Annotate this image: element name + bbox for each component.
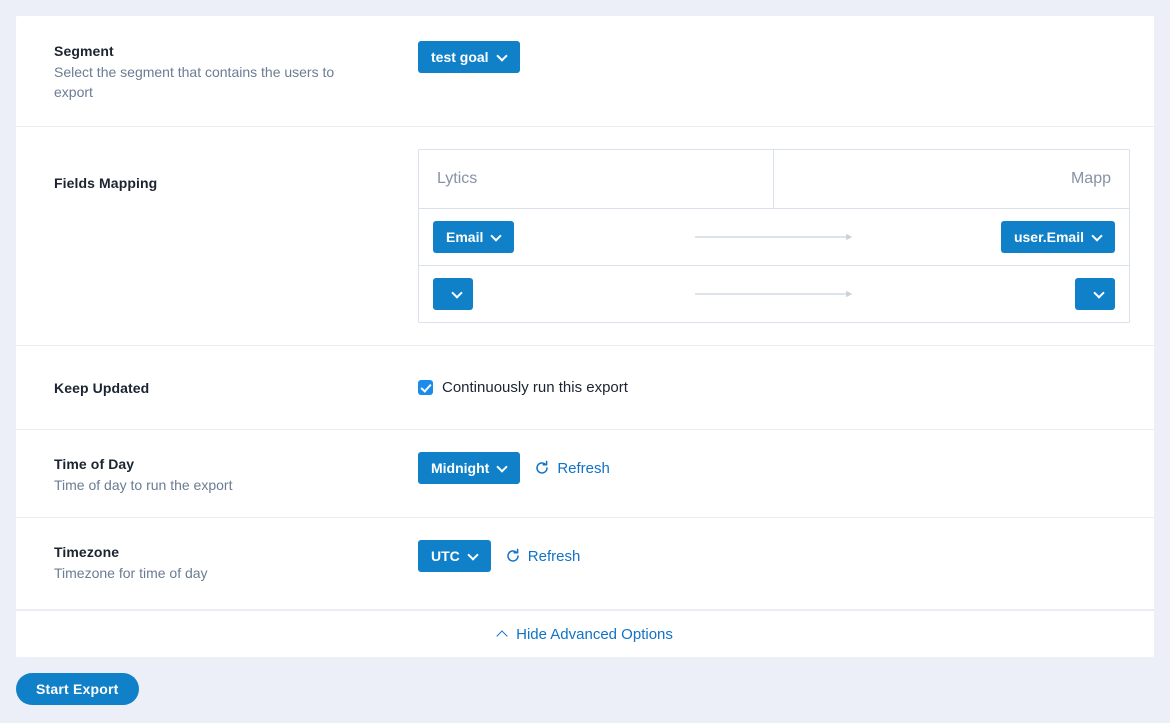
- start-export-button[interactable]: Start Export: [16, 673, 139, 705]
- mapping-source-dropdown-empty[interactable]: [433, 278, 473, 310]
- section-keep-updated: Keep Updated Continuously run this expor…: [16, 346, 1154, 430]
- advanced-options-row: Hide Advanced Options: [16, 610, 1154, 657]
- chevron-down-icon: [492, 232, 501, 241]
- keep-updated-title: Keep Updated: [54, 379, 150, 396]
- mapping-target-cell-empty: [853, 278, 1115, 310]
- timezone-dropdown[interactable]: UTC: [418, 540, 491, 572]
- section-fields-mapping: Fields Mapping Lytics Mapp Email user.Em…: [16, 127, 1154, 346]
- continuous-run-label: Continuously run this export: [442, 378, 628, 396]
- column-header-source: Lytics: [419, 150, 774, 208]
- chevron-down-icon: [498, 52, 507, 61]
- timezone-title: Timezone: [54, 544, 120, 560]
- mapping-arrow-icon: [695, 289, 853, 299]
- hide-advanced-options-toggle[interactable]: Hide Advanced Options: [497, 626, 673, 643]
- time-of-day-control-group: Midnight Refresh: [418, 452, 1132, 484]
- keep-updated-label-group: Keep Updated: [38, 378, 418, 398]
- timezone-dropdown-label: UTC: [431, 548, 460, 564]
- continuous-run-row: Continuously run this export: [418, 379, 1132, 397]
- section-time-of-day: Time of Day Time of day to run the expor…: [16, 430, 1154, 518]
- chevron-down-icon: [1095, 289, 1104, 298]
- segment-title: Segment: [54, 43, 114, 59]
- table-row: Email user.Email: [419, 208, 1129, 265]
- time-of-day-refresh-link[interactable]: Refresh: [534, 460, 610, 477]
- section-timezone: Timezone Timezone for time of day UTC Re…: [16, 518, 1154, 610]
- mapping-source-label: Email: [446, 229, 484, 245]
- time-of-day-description: Time of day to run the export: [54, 477, 233, 493]
- fields-mapping-table: Lytics Mapp Email user.Email: [418, 149, 1130, 323]
- chevron-down-icon: [469, 551, 478, 560]
- mapping-target-cell: user.Email: [853, 221, 1115, 253]
- segment-control-group: test goal: [418, 39, 1132, 73]
- mapping-source-dropdown[interactable]: Email: [433, 221, 515, 253]
- timezone-refresh-link[interactable]: Refresh: [505, 547, 581, 565]
- timezone-refresh-label: Refresh: [527, 547, 581, 565]
- fields-mapping-label-group: Fields Mapping: [38, 149, 418, 193]
- export-settings-page: Segment Select the segment that contains…: [0, 0, 1170, 723]
- mapping-target-dropdown-empty[interactable]: [1075, 278, 1115, 310]
- section-segment: Segment Select the segment that contains…: [16, 16, 1154, 127]
- settings-card: Segment Select the segment that contains…: [16, 16, 1154, 657]
- time-of-day-refresh-label: Refresh: [557, 459, 610, 477]
- continuous-run-checkbox[interactable]: [418, 380, 433, 395]
- mapping-target-label: user.Email: [1013, 229, 1084, 245]
- refresh-icon: [505, 548, 521, 564]
- mapping-source-cell: Email: [433, 221, 695, 253]
- keep-updated-control-group: Continuously run this export: [418, 379, 1132, 397]
- segment-label-group: Segment Select the segment that contains…: [38, 39, 418, 102]
- timezone-label-group: Timezone Timezone for time of day: [38, 540, 418, 583]
- mapping-target-dropdown[interactable]: user.Email: [1000, 221, 1115, 253]
- chevron-down-icon: [1093, 232, 1102, 241]
- fields-mapping-title: Fields Mapping: [54, 175, 158, 191]
- time-of-day-title: Time of Day: [54, 456, 135, 472]
- chevron-down-icon: [453, 289, 462, 298]
- column-header-target: Mapp: [1070, 170, 1111, 187]
- segment-dropdown[interactable]: test goal: [418, 41, 520, 73]
- time-of-day-controls: Midnight Refresh: [418, 452, 1132, 484]
- hide-advanced-options-label: Hide Advanced Options: [516, 625, 673, 643]
- timezone-control-group: UTC Refresh: [418, 540, 1132, 572]
- mapping-arrow-icon: [695, 232, 853, 242]
- refresh-icon: [534, 460, 550, 476]
- segment-dropdown-label: test goal: [431, 49, 489, 65]
- fields-mapping-control-group: Lytics Mapp Email user.Email: [418, 149, 1132, 323]
- time-of-day-label-group: Time of Day Time of day to run the expor…: [38, 452, 418, 495]
- time-of-day-dropdown[interactable]: Midnight: [418, 452, 521, 484]
- timezone-description: Timezone for time of day: [54, 565, 208, 581]
- fields-mapping-header-row: Lytics Mapp: [419, 150, 1129, 208]
- mapping-source-cell-empty: [433, 278, 695, 310]
- time-of-day-dropdown-label: Midnight: [431, 460, 490, 476]
- table-row: [419, 265, 1129, 322]
- segment-description: Select the segment that contains the use…: [54, 64, 335, 100]
- chevron-up-icon: [497, 630, 507, 638]
- chevron-down-icon: [498, 463, 507, 472]
- timezone-controls: UTC Refresh: [418, 540, 1132, 572]
